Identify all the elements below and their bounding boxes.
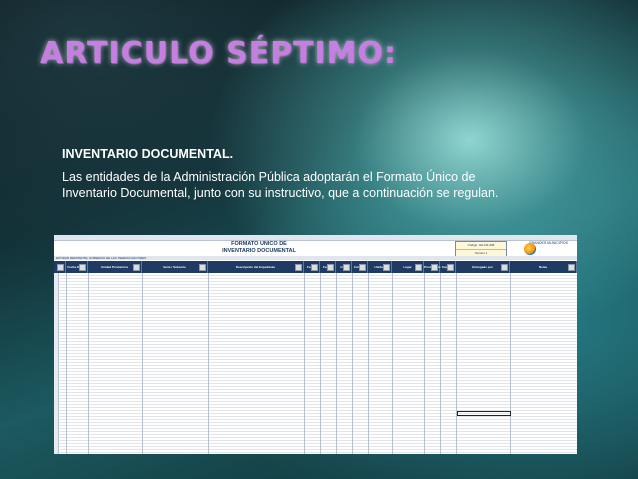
column-divider [142, 273, 143, 454]
table-body-grid[interactable] [54, 273, 577, 454]
column-divider [88, 273, 89, 454]
column-divider [208, 273, 209, 454]
slide-title: ARTICULO SÉPTIMO: [40, 36, 398, 71]
column-header[interactable]: Producción [424, 261, 441, 273]
body-paragraph: Las entidades de la Administración Públi… [62, 170, 499, 200]
entity-label: ENTIDAD REMITENTE: GOBIERNO DE LAS TIERR… [54, 256, 577, 260]
code-box: Código: GD-FR-008 Versión 1 [455, 241, 507, 258]
column-header[interactable]: No [54, 261, 66, 273]
column-divider [424, 273, 425, 454]
selected-cell[interactable] [457, 411, 511, 416]
column-divider [304, 273, 305, 454]
filter-dropdown-icon [431, 264, 438, 271]
column-header[interactable]: Fecha Orden [66, 261, 88, 273]
column-divider [440, 273, 441, 454]
column-divider [336, 273, 337, 454]
column-header[interactable]: Fecha Final [320, 261, 336, 281]
column-divider [320, 273, 321, 454]
row-number-gutter [54, 273, 59, 454]
filter-dropdown-icon [415, 264, 422, 271]
section-heading: INVENTARIO DOCUMENTAL. [62, 147, 234, 161]
column-header[interactable]: Soporte [440, 261, 456, 273]
column-header[interactable]: Caja [336, 261, 352, 273]
filter-dropdown-icon [79, 264, 86, 271]
column-header[interactable]: Lugar [392, 261, 424, 273]
column-header[interactable]: Serie / Subserie [142, 261, 208, 273]
code-label: Código: GD-FR-008 [456, 242, 506, 250]
column-divider [392, 273, 393, 454]
column-header[interactable]: Unidad Productora [88, 261, 142, 273]
column-header[interactable]: Fecha Inicial [304, 261, 320, 281]
filter-dropdown-icon [383, 264, 390, 271]
form-title-line-2: INVENTARIO DOCUMENTAL [222, 248, 296, 254]
filter-dropdown-icon [359, 264, 366, 271]
column-divider [510, 273, 511, 454]
column-header[interactable]: Carpeta [352, 261, 368, 273]
column-header[interactable]: Unidad Documental [368, 261, 392, 281]
column-header[interactable]: Notas [510, 261, 577, 273]
filter-dropdown-icon [447, 264, 454, 271]
filter-dropdown-icon [133, 264, 140, 271]
filter-dropdown-icon [311, 264, 318, 271]
inventory-form-spreadsheet: FORMATO UNICO DE INVENTARIO DOCUMENTAL C… [54, 235, 577, 454]
column-header[interactable]: Entregado por [456, 261, 510, 273]
column-divider [66, 273, 67, 454]
logo-icon [524, 243, 536, 255]
filter-dropdown-icon [57, 264, 64, 271]
form-title: FORMATO UNICO DE INVENTARIO DOCUMENTAL [200, 241, 318, 255]
form-title-line-1: FORMATO UNICO DE [231, 241, 287, 247]
filter-dropdown-icon [501, 264, 508, 271]
filter-dropdown-icon [327, 264, 334, 271]
filter-dropdown-icon [199, 264, 206, 271]
filter-dropdown-icon [295, 264, 302, 271]
column-header[interactable]: Descripción del Expediente [208, 261, 304, 273]
entity-logo: GRANDES MUNICIPIOS [524, 241, 568, 257]
column-divider [352, 273, 353, 454]
filter-dropdown-icon [343, 264, 350, 271]
column-divider [456, 273, 457, 454]
filter-dropdown-icon [568, 264, 575, 271]
column-divider [368, 273, 369, 454]
table-header: No Fecha Orden Unidad Productora Serie /… [54, 261, 577, 281]
